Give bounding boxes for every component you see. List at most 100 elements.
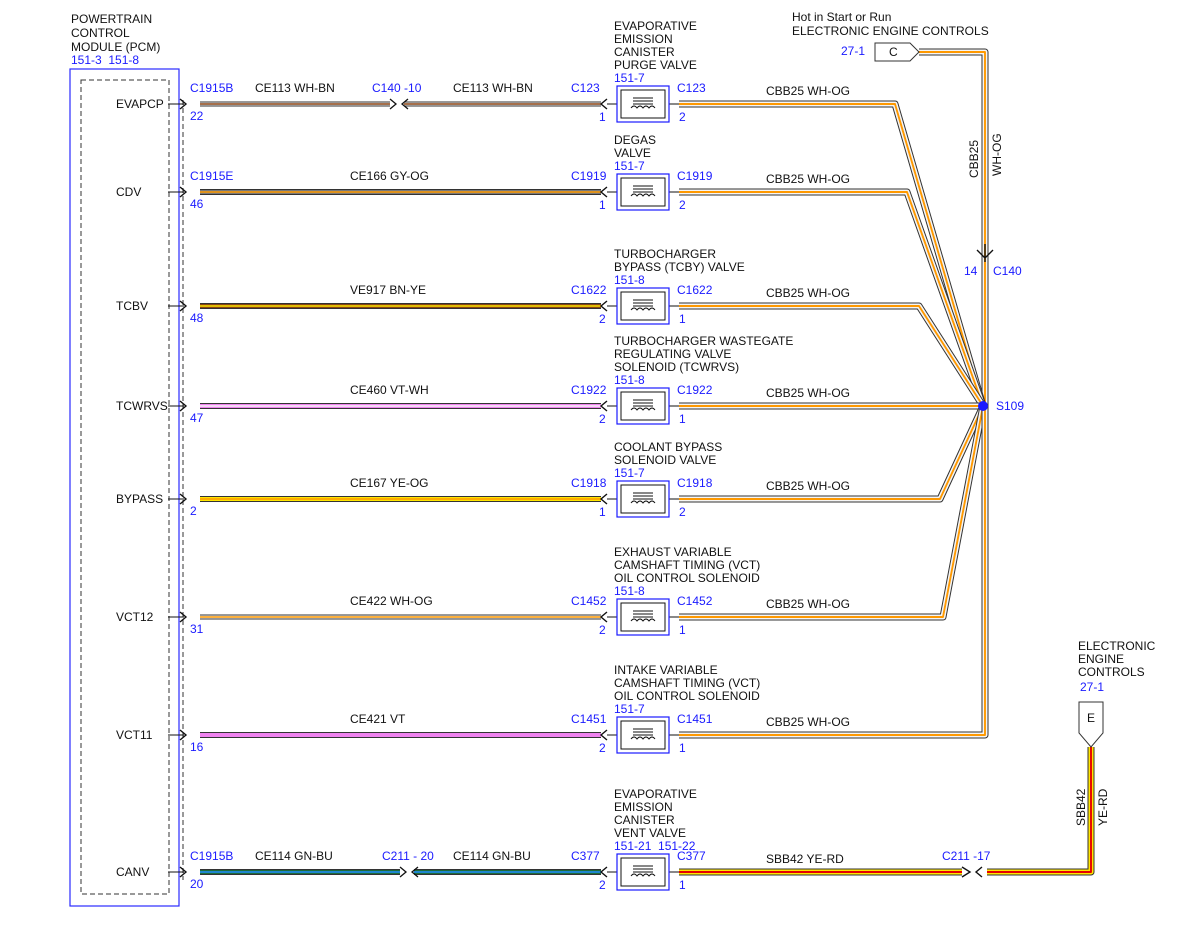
device-right-pin-vct12: 1	[679, 623, 686, 637]
pcm-title-line-1: POWERTRAIN	[71, 12, 152, 26]
wire1-label-tcwrvs: CE460 VT-WH	[350, 383, 429, 397]
device-left-connector-canv: C377	[571, 849, 600, 863]
pcm-pin-number-canv: 20	[190, 877, 204, 891]
device-name-canv-1: EMISSION	[614, 800, 673, 814]
wiring-diagram: POWERTRAIN CONTROL MODULE (PCM) 151-3 15…	[69, 10, 1156, 907]
device-name-tcbv-0: TURBOCHARGER	[614, 247, 716, 261]
wire2-label-vct11: CBB25 WH-OG	[766, 715, 850, 729]
power-ref: 27-1	[841, 44, 865, 58]
power-wire-color: WH-OG	[990, 133, 1004, 176]
pcm-pin-number-bypass: 2	[190, 504, 197, 518]
device-left-arrow-cdv	[599, 186, 608, 198]
device-name-cdv-1: VALVE	[614, 146, 651, 160]
wire2-label-vct12: CBB25 WH-OG	[766, 597, 850, 611]
eec-source: ELECTRONIC ENGINE CONTROLS 27-1 E SBB42 …	[1074, 639, 1156, 826]
device-name-bypass-1: SOLENOID VALVE	[614, 453, 716, 467]
pcm-pin-number-vct11: 16	[190, 740, 204, 754]
wire2-label-tcbv: CBB25 WH-OG	[766, 286, 850, 300]
pcm-pin-number-cdv: 46	[190, 197, 204, 211]
device-left-connector-vct12: C1452	[571, 594, 607, 608]
pcm-connector-cdv: C1915E	[190, 169, 233, 183]
device-left-arrow-evapcp	[599, 98, 608, 110]
pcm-pin-number-vct12: 31	[190, 622, 204, 636]
wire1-label-canv: CE114 GN-BU	[255, 849, 333, 863]
device-left-arrow-canv	[599, 866, 608, 878]
device-name-tcwrvs-1: REGULATING VALVE	[614, 347, 731, 361]
device-name-evapcp-0: EVAPORATIVE	[614, 19, 697, 33]
device-left-arrow-tcbv	[599, 300, 608, 312]
device-left-connector-bypass: C1918	[571, 476, 607, 490]
device-left-arrow-bypass	[599, 493, 608, 505]
wire1-label-cdv: CE166 GY-OG	[350, 169, 429, 183]
power-source: Hot in Start or Run ELECTRONIC ENGINE CO…	[792, 10, 1024, 413]
device-left-connector-cdv: C1919	[571, 169, 607, 183]
wire2-label-evapcp: CBB25 WH-OG	[766, 84, 850, 98]
device-right-pin-canv: 1	[679, 878, 686, 892]
device-right-connector-tcwrvs: C1922	[677, 383, 713, 397]
device-left-pin-evapcp: 1	[599, 110, 606, 124]
device-refs-vct12: 151-8	[614, 584, 645, 598]
device-right-pin-vct11: 1	[679, 741, 686, 755]
device-name-canv-2: CANISTER	[614, 813, 675, 827]
device-refs-tcbv: 151-8	[614, 273, 645, 287]
power-title-line-2: ELECTRONIC ENGINE CONTROLS	[792, 24, 989, 38]
wire1-label-tcbv: VE917 BN-YE	[350, 283, 426, 297]
pcm-pin-number-evapcp: 22	[190, 109, 204, 123]
device-refs-cdv: 151-7	[614, 159, 645, 173]
device-left-connector-vct11: C1451	[571, 712, 607, 726]
device-right-pin-cdv: 2	[679, 198, 686, 212]
device-right-pin-tcbv: 1	[679, 312, 686, 326]
inline-arrow-evapcp-1	[389, 98, 398, 110]
wire1b-label-canv: CE114 GN-BU	[453, 849, 531, 863]
device-name-vct11-1: CAMSHAFT TIMING (VCT)	[614, 676, 760, 690]
c140-inline-arrow	[976, 244, 994, 262]
device-left-arrow-vct11	[599, 729, 608, 741]
device-right-pin-bypass: 2	[679, 505, 686, 519]
device-name-vct11-2: OIL CONTROL SOLENOID	[614, 689, 760, 703]
wire2-vct12-stripe	[679, 405, 984, 618]
device-name-vct12-1: CAMSHAFT TIMING (VCT)	[614, 558, 760, 572]
device-refs-canv: 151-21 151-22	[614, 839, 696, 853]
pcm-inner-box	[80, 79, 170, 895]
pcm-pin-name-vct12: VCT12	[116, 610, 154, 624]
eec-title-line-2: ENGINE	[1078, 652, 1124, 666]
device-left-pin-tcbv: 2	[599, 312, 606, 326]
device-name-tcwrvs-0: TURBOCHARGER WASTEGATE	[614, 334, 793, 348]
device-name-evapcp-3: PURGE VALVE	[614, 58, 697, 72]
pcm-pin-name-cdv: CDV	[116, 185, 141, 199]
wire2-label-cdv: CBB25 WH-OG	[766, 172, 850, 186]
wire1-label-vct12: CE422 WH-OG	[350, 594, 433, 608]
device-name-evapcp-1: EMISSION	[614, 32, 673, 46]
pcm-refs: 151-3 151-8	[71, 53, 139, 67]
pcm-title-line-3: MODULE (PCM)	[71, 40, 160, 54]
device-left-pin-tcwrvs: 2	[599, 412, 606, 426]
device-refs-bypass: 151-7	[614, 466, 645, 480]
wire2-vct12-outline	[679, 405, 987, 621]
power-wire-circuit: CBB25	[967, 140, 981, 178]
eec-connector-letter: E	[1087, 711, 1095, 725]
pcm-pin-name-canv: CANV	[116, 865, 149, 879]
pcm-pin-name-evapcp: EVAPCP	[116, 97, 164, 111]
wire1-label-vct11: CE421 VT	[350, 712, 406, 726]
pcm-pin-name-vct11: VCT11	[116, 728, 153, 742]
device-refs-tcwrvs: 151-8	[614, 373, 645, 387]
device-left-connector-tcwrvs: C1922	[571, 383, 607, 397]
device-right-pin-evapcp: 2	[679, 110, 686, 124]
pcm-connector-canv: C1915B	[190, 849, 233, 863]
wire1b-label-evapcp: CE113 WH-BN	[453, 81, 533, 95]
device-name-bypass-0: COOLANT BYPASS	[614, 440, 722, 454]
c211-arrow-2	[974, 866, 983, 878]
device-name-evapcp-2: CANISTER	[614, 45, 675, 59]
device-left-pin-vct12: 2	[599, 623, 606, 637]
device-name-tcwrvs-2: SOLENOID (TCWRVS)	[614, 360, 739, 374]
eec-wire-color: YE-RD	[1096, 788, 1110, 826]
eec-title-line-3: CONTROLS	[1078, 665, 1145, 679]
pcm-pin-name-tcwrvs: TCWRVS	[116, 399, 168, 413]
device-right-connector-evapcp: C123	[677, 81, 706, 95]
device-right-connector-vct11: C1451	[677, 712, 713, 726]
device-name-vct11-0: INTAKE VARIABLE	[614, 663, 718, 677]
wire1-label-evapcp: CE113 WH-BN	[255, 81, 335, 95]
device-name-tcbv-1: BYPASS (TCBY) VALVE	[614, 260, 745, 274]
wire2-label-tcwrvs: CBB25 WH-OG	[766, 386, 850, 400]
inline-connector-evapcp: C140 -10	[372, 81, 422, 95]
